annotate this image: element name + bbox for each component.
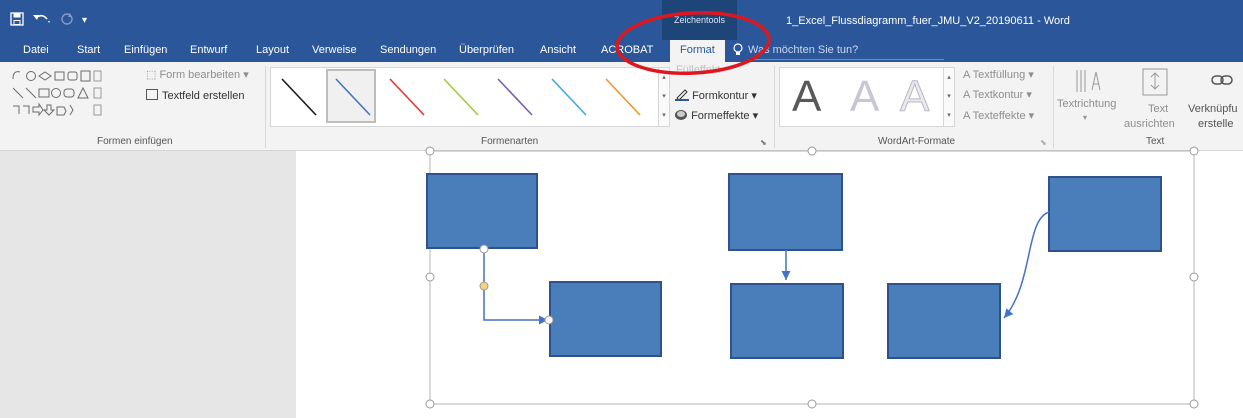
flowchart-box[interactable] <box>549 281 662 357</box>
flowchart-box[interactable] <box>728 173 843 251</box>
resize-handle[interactable] <box>807 399 817 409</box>
connector-handle[interactable] <box>544 315 554 325</box>
resize-handle[interactable] <box>425 146 435 156</box>
resize-handle[interactable] <box>807 146 817 156</box>
adjust-handle[interactable] <box>479 281 489 291</box>
resize-handle[interactable] <box>1189 272 1199 282</box>
flowchart-box[interactable] <box>426 173 538 249</box>
flowchart-box[interactable] <box>887 283 1001 359</box>
flowchart-box[interactable] <box>1048 176 1162 252</box>
resize-handle[interactable] <box>425 272 435 282</box>
resize-handle[interactable] <box>425 399 435 409</box>
connector-handle[interactable] <box>479 244 489 254</box>
flowchart-box[interactable] <box>730 283 844 359</box>
flowchart-canvas <box>425 146 1199 409</box>
elbow-connector[interactable] <box>483 248 548 325</box>
curved-connector[interactable] <box>1003 211 1050 319</box>
resize-handle[interactable] <box>1189 399 1199 409</box>
resize-handle[interactable] <box>1189 146 1199 156</box>
